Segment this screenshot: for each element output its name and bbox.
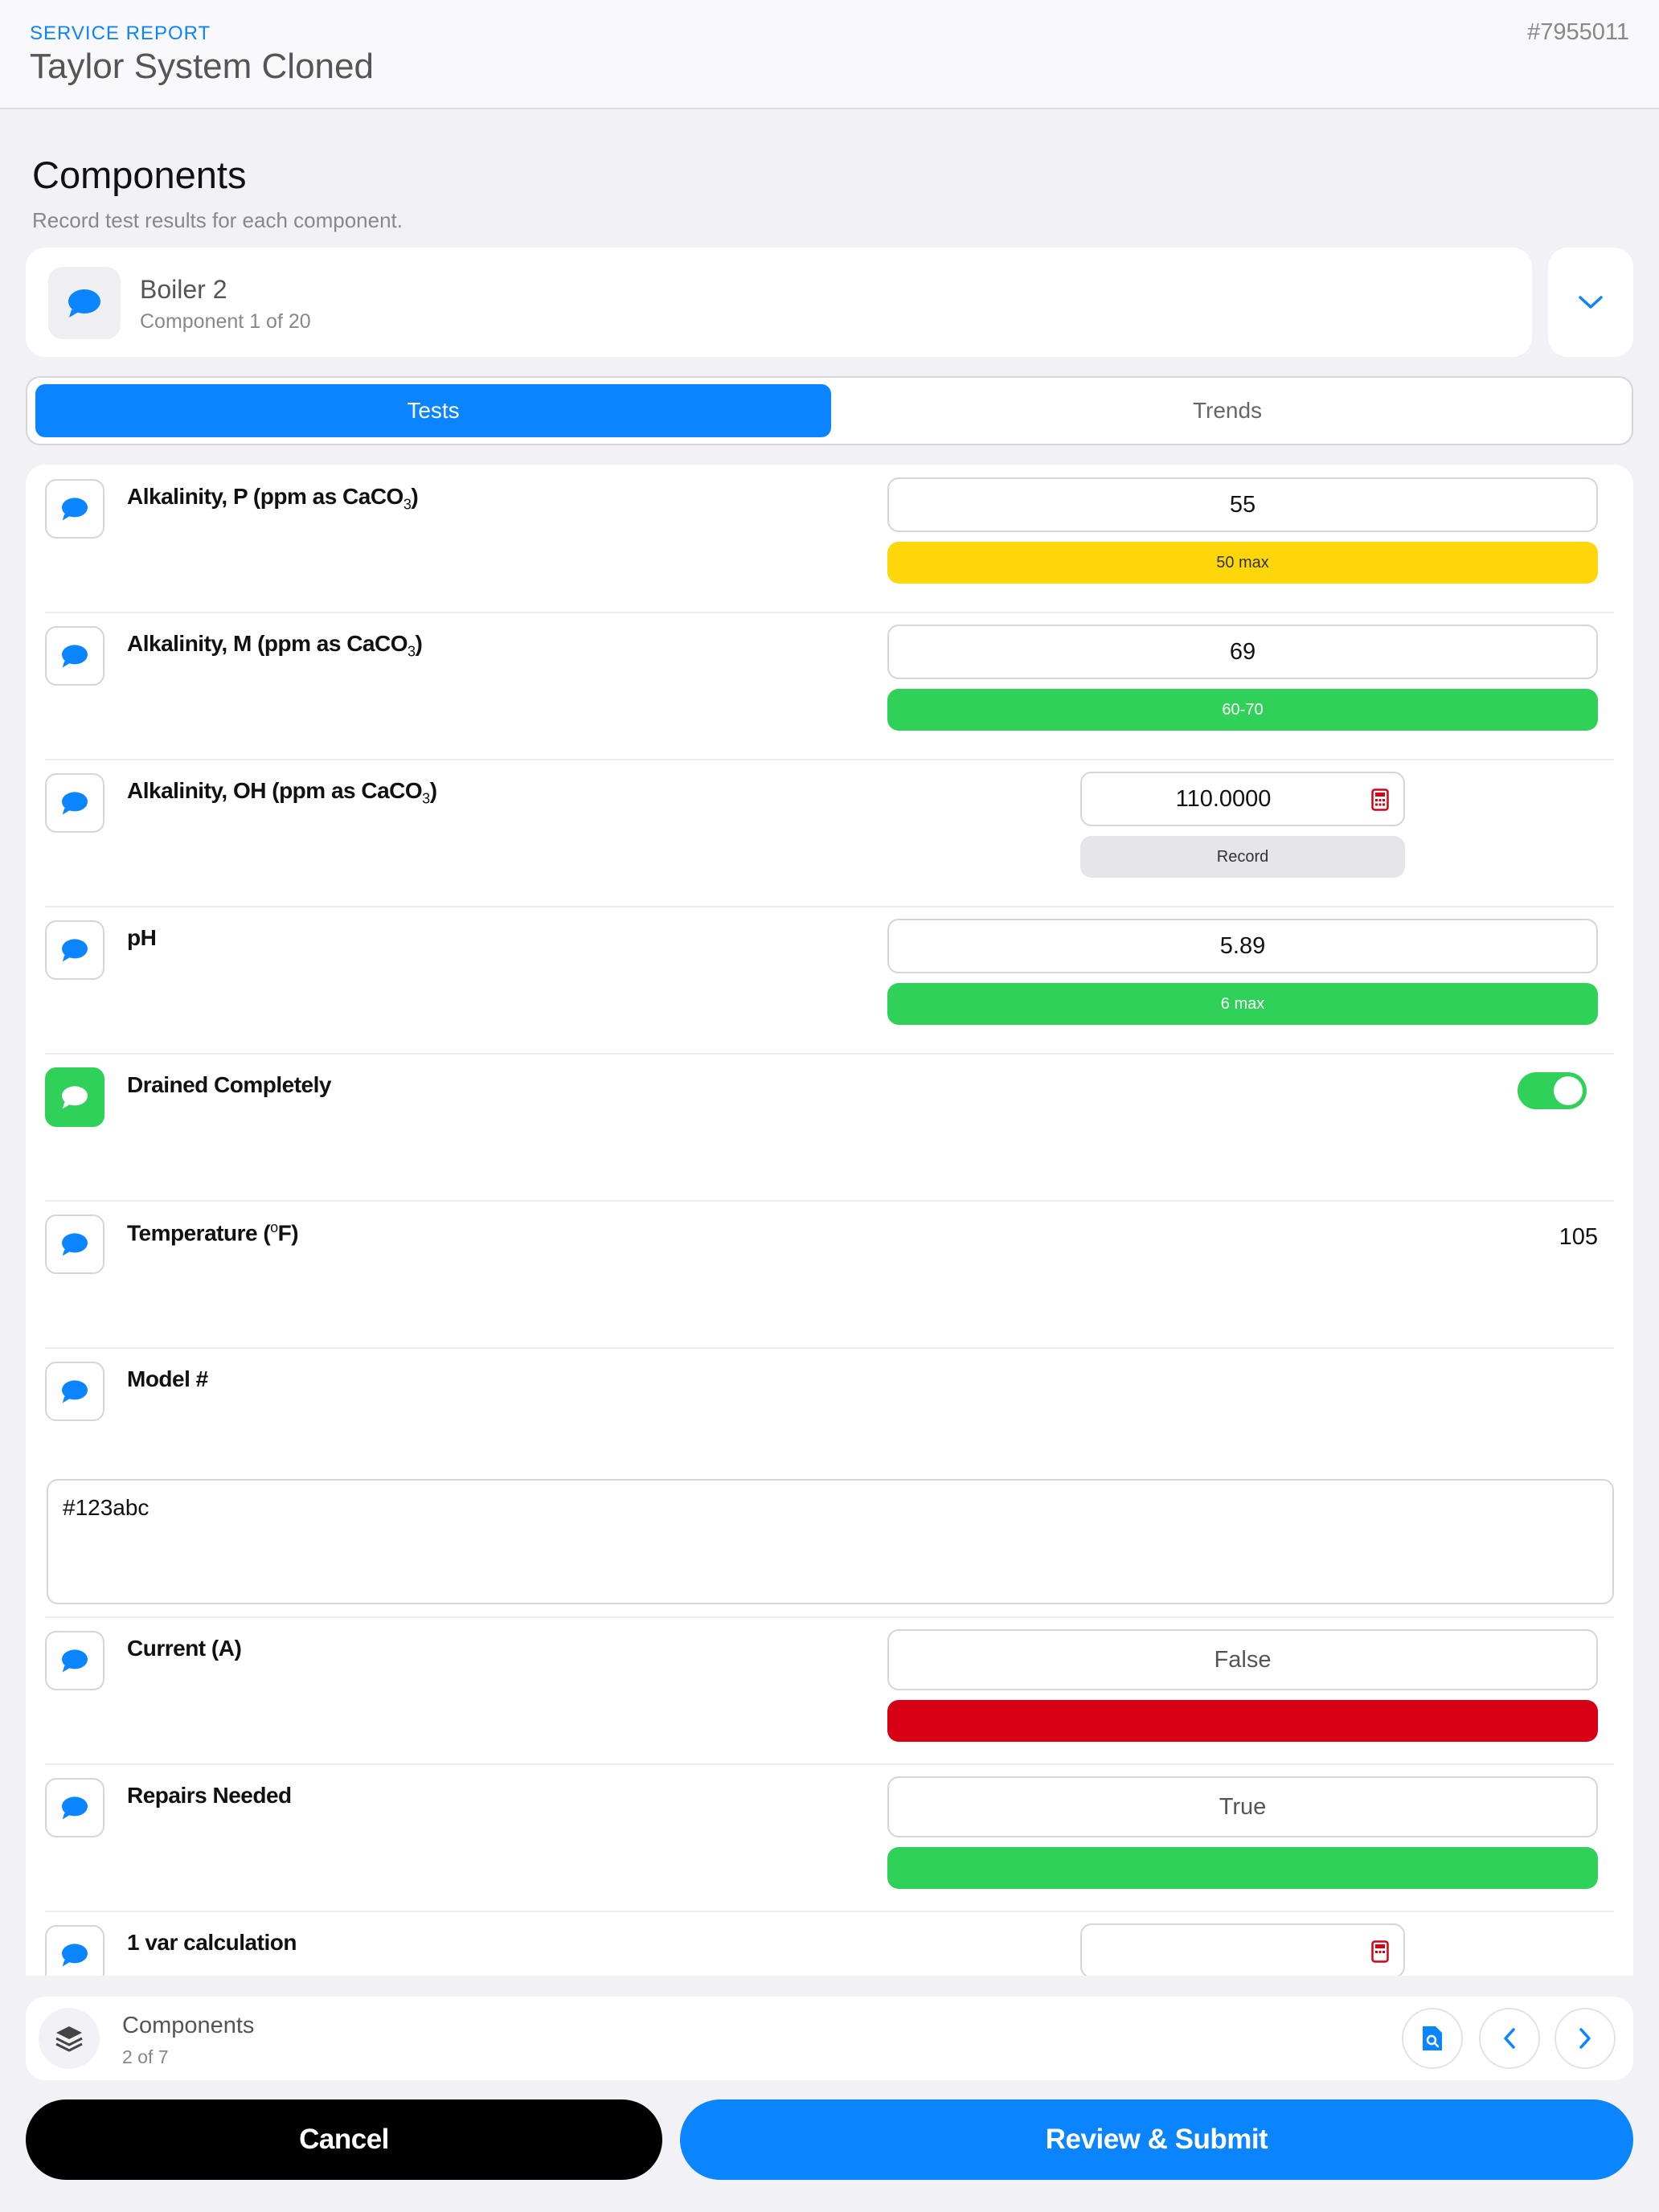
report-type-label: SERVICE REPORT [30, 23, 211, 44]
section-subtitle: Record test results for each component. [32, 208, 403, 232]
test-label: pH [127, 925, 157, 950]
navigator-title: Components [122, 2013, 255, 2038]
chat-bubble-icon [62, 645, 88, 668]
calculator-icon[interactable] [1371, 1940, 1389, 1963]
comment-button[interactable] [45, 1778, 104, 1837]
section-navigator: Components 2 of 7 [26, 1997, 1633, 2080]
chat-bubble-icon [62, 1796, 88, 1820]
test-label: Drained Completely [127, 1072, 331, 1097]
comment-button[interactable] [45, 920, 104, 980]
section-title: Components [32, 154, 247, 196]
chat-bubble-icon [62, 1233, 88, 1256]
test-label: Model # [127, 1366, 208, 1391]
comment-button[interactable] [45, 1925, 104, 1976]
comment-button[interactable] [45, 1631, 104, 1690]
next-section-button[interactable] [1555, 2008, 1616, 2069]
component-dropdown-button[interactable] [1548, 248, 1633, 357]
comment-button[interactable] [45, 626, 104, 686]
range-badge: 50 max [887, 542, 1598, 584]
test-label: Alkalinity, OH (ppm as CaCO3) [127, 778, 437, 807]
test-value-input[interactable]: 55 [887, 477, 1598, 532]
test-row: Temperature (oF) 105 [45, 1200, 1614, 1349]
test-row: Alkalinity, M (ppm as CaCO3) 69 60-70 [45, 612, 1614, 760]
tests-list: Alkalinity, P (ppm as CaCO3) 55 50 max A… [26, 465, 1633, 1976]
review-submit-button[interactable]: Review & Submit [680, 2099, 1633, 2180]
chevron-right-icon [1579, 2028, 1591, 2049]
chevron-left-icon [1504, 2028, 1515, 2049]
comment-button[interactable] [45, 1215, 104, 1274]
calculated-value-input[interactable] [1080, 1923, 1405, 1976]
test-value-select[interactable]: False [887, 1629, 1598, 1690]
component-name: Boiler 2 [140, 275, 227, 304]
test-label: Alkalinity, P (ppm as CaCO3) [127, 484, 419, 513]
report-id: #7955011 [1527, 19, 1629, 45]
layers-button[interactable] [39, 2008, 100, 2069]
temperature-value[interactable]: 105 [1559, 1224, 1598, 1251]
calculator-icon[interactable] [1371, 789, 1389, 811]
chat-bubble-icon [62, 792, 88, 815]
test-value-input[interactable]: 5.89 [887, 919, 1598, 973]
layers-icon [55, 2026, 83, 2052]
navigator-count: 2 of 7 [122, 2046, 169, 2067]
test-label: Alkalinity, M (ppm as CaCO3) [127, 631, 423, 660]
comment-button[interactable] [45, 479, 104, 539]
previous-section-button[interactable] [1479, 2008, 1540, 2069]
status-bar [887, 1847, 1598, 1889]
chat-bubble-icon [62, 939, 88, 962]
test-row: Current (A) False [45, 1616, 1614, 1765]
calculated-value-input[interactable]: 110.0000 [1080, 772, 1405, 826]
test-value-input[interactable]: 69 [887, 625, 1598, 679]
status-bar [887, 1700, 1598, 1742]
test-row: 1 var calculation [45, 1911, 1614, 1976]
component-count: Component 1 of 20 [140, 310, 311, 333]
test-row: Drained Completely [45, 1053, 1614, 1202]
record-button[interactable]: Record [1080, 836, 1405, 878]
top-header: SERVICE REPORT Taylor System Cloned #795… [0, 0, 1659, 109]
test-label: Temperature (oF) [127, 1219, 299, 1246]
test-row: pH 5.89 6 max [45, 906, 1614, 1055]
toggle-knob [1554, 1076, 1583, 1105]
preview-report-button[interactable] [1402, 2008, 1463, 2069]
test-row: Repairs Needed True [45, 1763, 1614, 1912]
chat-bubble-icon [62, 1649, 88, 1673]
chat-bubble-icon [62, 1380, 88, 1403]
calculated-value: 110.0000 [1175, 785, 1272, 812]
tab-trends[interactable]: Trends [831, 384, 1624, 437]
test-row: Alkalinity, OH (ppm as CaCO3) 110.0000 R… [45, 759, 1614, 907]
component-selector[interactable]: Boiler 2 Component 1 of 20 [26, 248, 1532, 357]
chat-bubble-icon[interactable] [48, 267, 121, 339]
comment-button[interactable] [45, 1067, 104, 1127]
chat-bubble-icon [62, 498, 88, 521]
test-row: Alkalinity, P (ppm as CaCO3) 55 50 max [45, 465, 1614, 613]
test-value-select[interactable]: True [887, 1776, 1598, 1837]
tab-bar: Tests Trends [26, 376, 1633, 445]
calculated-value [1082, 1925, 1365, 1976]
test-label: 1 var calculation [127, 1930, 297, 1955]
model-number-value: #123abc [63, 1495, 150, 1520]
model-number-textarea[interactable]: #123abc [47, 1479, 1614, 1604]
comment-button[interactable] [45, 1362, 104, 1421]
tab-tests[interactable]: Tests [35, 384, 831, 437]
document-search-icon [1423, 2026, 1442, 2050]
test-label: Repairs Needed [127, 1783, 292, 1808]
comment-button[interactable] [45, 773, 104, 833]
chat-bubble-icon [62, 1944, 88, 1967]
drained-toggle[interactable] [1518, 1072, 1587, 1109]
cancel-button[interactable]: Cancel [26, 2099, 662, 2180]
chat-bubble-icon [62, 1086, 88, 1109]
page-title: Taylor System Cloned [30, 47, 374, 86]
chevron-down-icon [1579, 296, 1603, 309]
range-badge: 60-70 [887, 689, 1598, 731]
range-badge: 6 max [887, 983, 1598, 1025]
test-label: Current (A) [127, 1636, 242, 1661]
